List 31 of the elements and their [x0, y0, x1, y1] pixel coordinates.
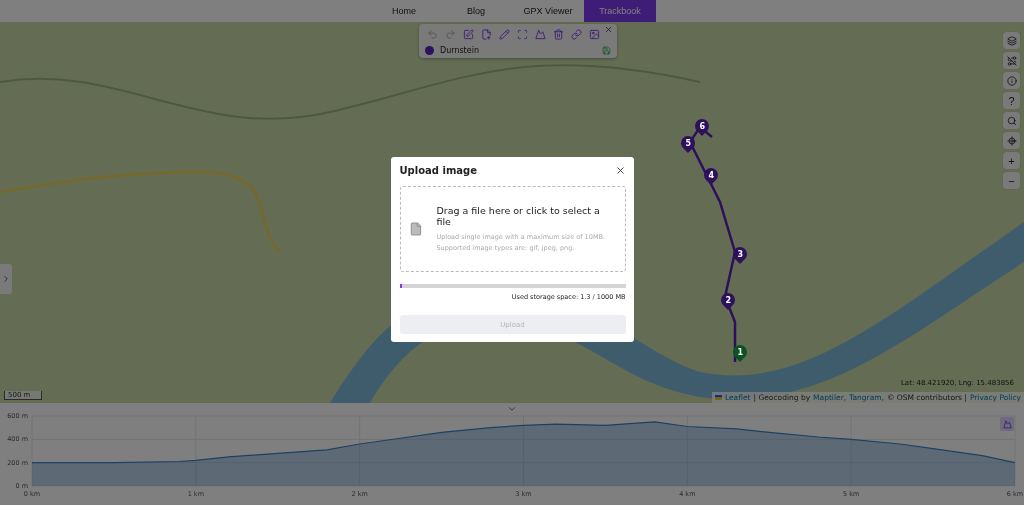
pen-icon[interactable]	[497, 27, 511, 42]
nav-link[interactable]: Blog	[440, 0, 512, 22]
flag-icon	[714, 395, 722, 400]
nav-link[interactable]: Home	[368, 0, 440, 22]
map-control[interactable]: −	[1003, 172, 1020, 189]
dropzone-heading: Drag a file here or click to select a file	[436, 206, 601, 228]
chevron-down-icon[interactable]	[507, 404, 517, 414]
locate-icon[interactable]	[1003, 132, 1020, 149]
file-icon[interactable]	[479, 27, 493, 42]
search-icon[interactable]	[1003, 112, 1020, 129]
layers-icon[interactable]	[1003, 32, 1020, 49]
fit-icon[interactable]	[515, 27, 529, 42]
map-control[interactable]: ?	[1003, 92, 1020, 109]
file-icon	[408, 222, 423, 236]
dialog-title: Upload image	[399, 165, 477, 176]
nav-link[interactable]: GPX Viewer	[512, 0, 584, 22]
mountain-icon[interactable]	[533, 27, 547, 42]
track-name: Durnstein	[440, 46, 480, 55]
expand-sidebar-button[interactable]	[0, 264, 12, 294]
close-icon[interactable]	[614, 165, 626, 176]
route-off-icon[interactable]	[1003, 52, 1020, 69]
edit-icon[interactable]	[461, 27, 475, 42]
map-control[interactable]: +	[1003, 152, 1020, 169]
image-icon[interactable]	[587, 27, 601, 42]
link-icon[interactable]	[569, 27, 583, 42]
save-icon[interactable]	[602, 46, 611, 55]
nav-link[interactable]: Trackbook	[584, 0, 656, 22]
trash-icon[interactable]	[551, 27, 565, 42]
info-icon[interactable]	[1003, 72, 1020, 89]
chevron-right-icon	[1, 274, 11, 284]
mountain-icon[interactable]	[1000, 417, 1014, 431]
